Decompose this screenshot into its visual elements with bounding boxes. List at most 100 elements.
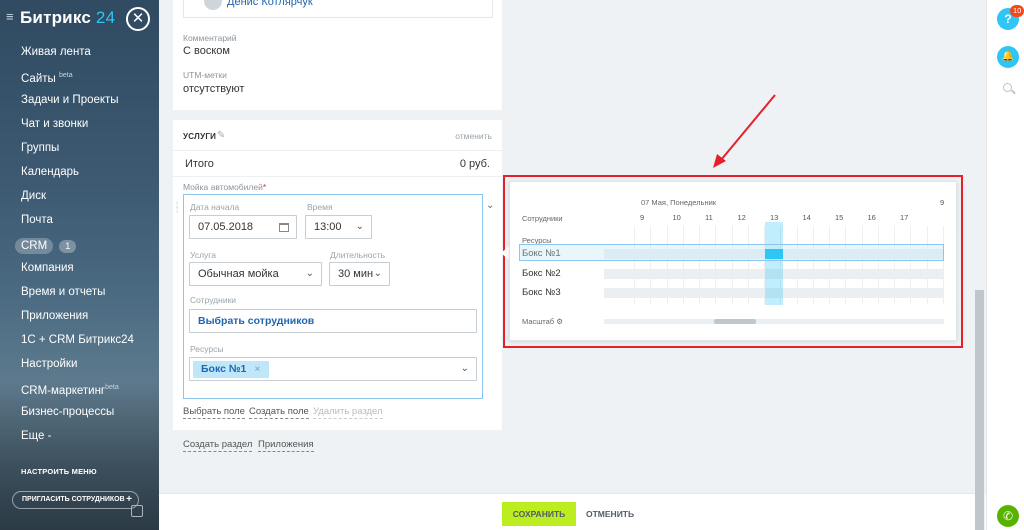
cancel-button[interactable]: ОТМЕНИТЬ [586,502,634,526]
sidebar-item-groups[interactable]: Группы [0,138,159,162]
notification-count-badge: 10 [1010,5,1024,17]
bell-icon[interactable]: 🔔 [997,46,1019,68]
sidebar-item-label: Время и отчеты [21,286,106,298]
invite-employees-button[interactable]: ПРИГЛАСИТЬ СОТРУДНИКОВ + [12,491,139,509]
hour-label: 10 [672,213,681,222]
total-label: Итого [185,158,214,170]
printer-icon[interactable] [131,505,143,517]
date-field[interactable]: 07.05.2018 [189,215,297,239]
sidebar-item-label: Еще - [21,430,52,442]
scrollbar-thumb[interactable] [975,290,984,530]
chevron-down-icon[interactable]: ⌄ [461,358,469,380]
sidebar-item-company[interactable]: Компания [0,258,159,282]
resources-label: Ресурсы [190,344,224,354]
resource-row-2[interactable]: Бокс №2 [522,268,561,279]
hour-label: 15 [835,213,844,222]
section-label: Мойка автомобилей* [183,182,266,192]
sidebar-item-label: Живая лента [21,46,91,58]
logo-name: Битрикс [20,8,91,27]
choose-field-link[interactable]: Выбрать поле [183,406,245,419]
sidebar-item-more[interactable]: Еще - [0,426,159,450]
duration-select[interactable]: 30 мин ⌄ [329,262,390,286]
staff-header: Сотрудники [522,214,563,223]
create-field-link[interactable]: Создать поле [249,406,309,419]
sidebar-item-label: Календарь [21,166,80,178]
chevron-down-icon[interactable]: ⌄ [486,200,494,211]
sidebar-item-label: Компания [21,262,74,274]
chevron-down-icon: ⌄ [305,268,314,279]
scale-label-text: Масштаб [522,317,555,326]
sidebar-item-1c[interactable]: 1С + CRM Битрикс24 [0,330,159,354]
hour-label: 16 [867,213,876,222]
sidebar-item-label: CRM [15,238,54,254]
drag-handle-icon[interactable]: ⁞ ⁞ [176,202,178,215]
hamburger-icon[interactable]: ≡ [6,10,16,23]
scale-slider-thumb[interactable] [714,319,756,324]
chevron-down-icon: ⌄ [373,268,382,279]
scale-slider[interactable] [604,319,944,324]
sidebar-item-label: Почта [21,214,53,226]
sidebar-item-label: Чат и звонки [21,118,89,130]
sidebar-item-mail[interactable]: Почта [0,210,159,234]
avatar [204,0,222,10]
contact-name-link[interactable]: Денис Котлярчук [227,0,313,8]
duration-value: 30 мин [338,268,374,280]
sidebar-item-calendar[interactable]: Календарь [0,162,159,186]
calendar-icon[interactable] [279,223,289,232]
sidebar-item-chat[interactable]: Чат и звонки [0,114,159,138]
services-cancel-link[interactable]: отменить [455,131,492,141]
time-select[interactable]: 13:00 ⌄ [305,215,372,239]
save-button[interactable]: СОХРАНИТЬ [502,502,576,526]
configure-menu-link[interactable]: НАСТРОИТЬ МЕНЮ [21,467,97,476]
sidebar-item-bp[interactable]: Бизнес-процессы [0,402,159,426]
comment-label: Комментарий [183,33,237,43]
sidebar-item-feed[interactable]: Живая лента [0,42,159,66]
time-label: Время [307,202,333,212]
crm-counter-badge: 1 [59,239,77,253]
sidebar-item-label: Задачи и Проекты [21,94,119,106]
services-title: УСЛУГИ [183,132,217,141]
resource-tag[interactable]: Бокс №1 × [193,361,269,378]
sidebar-item-settings[interactable]: Настройки [0,354,159,378]
invite-label: ПРИГЛАСИТЬ СОТРУДНИКОВ [22,496,125,503]
left-sidebar: ≡ Битрикс 24 ✕ Живая лента Сайты beta За… [0,0,159,530]
sidebar-menu: Живая лента Сайты beta Задачи и Проекты … [0,42,159,450]
sidebar-item-crm-marketing[interactable]: CRM-маркетингbeta [0,378,159,402]
sidebar-item-label: Диск [21,190,46,202]
resource-row-3[interactable]: Бокс №3 [522,287,561,298]
annotation-arrow [713,94,776,168]
search-icon[interactable] [1003,83,1012,92]
selected-time-column [765,222,783,305]
remove-tag-icon[interactable]: × [254,363,260,375]
sidebar-item-crm[interactable]: CRM 1 [0,234,159,258]
phone-icon[interactable]: ✆ [997,505,1019,527]
scale-label: Масштаб ⚙ [522,317,563,326]
create-section-link[interactable]: Создать раздел [183,439,253,452]
gear-icon[interactable]: ⚙ [556,317,563,326]
select-staff-field[interactable]: Выбрать сотрудников [189,309,477,333]
booking-slot[interactable] [765,249,783,259]
sidebar-item-sites[interactable]: Сайты beta [0,66,159,90]
sidebar-item-time[interactable]: Время и отчеты [0,282,159,306]
hour-partial: 9 [940,198,945,207]
hour-label: 9 [640,213,645,222]
sidebar-item-apps[interactable]: Приложения [0,306,159,330]
comment-value: С воском [183,45,230,57]
duration-label: Длительность [330,250,386,260]
selected-resource-row[interactable] [519,244,944,261]
logo[interactable]: Битрикс 24 [20,8,115,28]
close-icon[interactable]: ✕ [126,7,150,31]
total-value: 0 руб. [459,158,490,170]
hour-label: 12 [737,213,746,222]
car-wash-section: ⁞ ⁞ Дата начала 07.05.2018 Время 13:00 ⌄ У… [176,194,483,399]
pencil-icon[interactable]: ✎ [217,130,225,141]
scheduler-date: 07 Мая, Понедельник [641,198,717,207]
utm-value: отсутствуют [183,83,245,95]
apps-link[interactable]: Приложения [258,439,314,452]
sidebar-item-tasks[interactable]: Задачи и Проекты [0,90,159,114]
sidebar-item-label: Группы [21,142,60,154]
sidebar-item-disk[interactable]: Диск [0,186,159,210]
resource-scheduler-popup: 07 Мая, Понедельник Сотрудники Ресурсы 9… [509,181,1009,341]
service-select[interactable]: Обычная мойка ⌄ [189,262,322,286]
resources-field[interactable]: Бокс №1 × ⌄ [189,357,477,381]
